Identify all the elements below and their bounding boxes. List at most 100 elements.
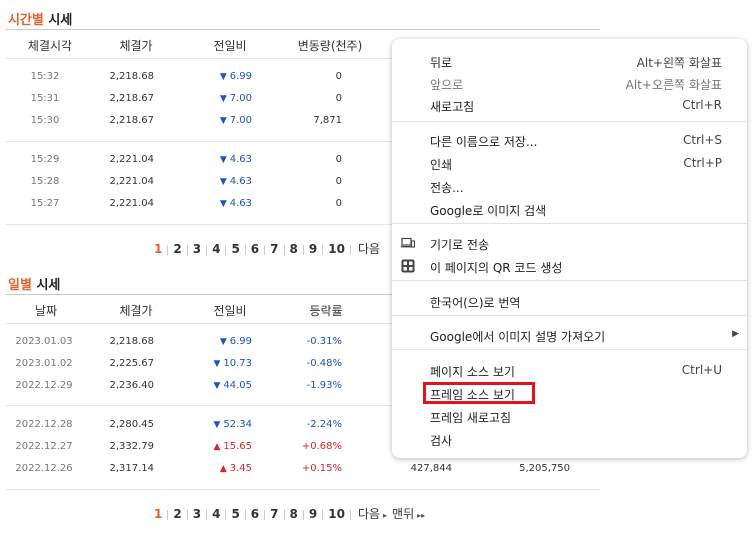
page-link-7[interactable]: 7 (270, 242, 278, 256)
row-price: 2,218.68 (109, 71, 154, 82)
page-link-9[interactable]: 9 (309, 507, 317, 521)
daily-pagination: 1 2 3 4 5 6 7 8 9 10 다음 ▸ 맨뒤 ▸▸ (154, 505, 428, 522)
page-separator (186, 509, 188, 520)
page-separator (264, 509, 266, 520)
menu-item-translate[interactable]: 한국어(으)로 번역 (392, 290, 747, 313)
arrow-down-icon: ▼ (219, 337, 227, 347)
page-link-10[interactable]: 10 (328, 507, 345, 521)
menu-item-save-as[interactable]: 다른 이름으로 저장... Ctrl+S (392, 129, 747, 152)
row-time: 15:27 (30, 198, 60, 209)
row-rate: -1.93% (306, 380, 342, 391)
menu-item-reload-frame[interactable]: 프레임 새로고침 (392, 405, 747, 428)
hourly-section-title: 시간별 시세 (8, 13, 73, 28)
menu-item-view-page-source[interactable]: 페이지 소스 보기 Ctrl+U (392, 359, 747, 382)
row-date: 2022.12.28 (15, 419, 73, 430)
menu-item-label: 뒤로 (430, 56, 453, 70)
row-change: ▼ 7.00 (208, 115, 252, 126)
daily-header-diff: 전일비 (213, 304, 247, 318)
row-time: 15:28 (30, 176, 60, 187)
page-link-5[interactable]: 5 (231, 242, 239, 256)
page-link-8[interactable]: 8 (290, 507, 298, 521)
daily-header-date: 날짜 (34, 304, 58, 318)
hourly-header-diff: 전일비 (213, 39, 247, 53)
row-volume: 0 (335, 154, 342, 165)
row-change: ▲ 15.65 (208, 441, 252, 452)
page-link-9[interactable]: 9 (309, 242, 317, 256)
menu-item-shortcut: Ctrl+U (681, 363, 722, 377)
row-change: ▼ 6.99 (208, 336, 252, 347)
page-link-10[interactable]: 10 (328, 242, 345, 256)
menu-item-inspect[interactable]: 검사 (392, 428, 747, 451)
page-separator (349, 244, 351, 255)
row-price: 2,221.04 (109, 154, 154, 165)
page-link-2[interactable]: 2 (173, 507, 181, 521)
daily-header-rate: 등락률 (309, 304, 343, 318)
menu-item-image-description[interactable]: Google에서 이미지 설명 가져오기 ▶ (392, 324, 747, 347)
next-page-link[interactable]: 다음 (358, 242, 380, 256)
menu-item-qr-code[interactable]: 이 페이지의 QR 코드 생성 (392, 255, 747, 278)
page-separator (244, 244, 246, 255)
arrow-down-icon: ▼ (219, 72, 227, 82)
next-page-link[interactable]: 다음 (358, 507, 380, 521)
menu-item-label: 페이지 소스 보기 (430, 365, 515, 379)
page-link-4[interactable]: 4 (212, 242, 220, 256)
arrow-up-icon: ▲ (213, 442, 221, 452)
row-change: ▲ 3.45 (208, 463, 252, 474)
page-separator (225, 244, 227, 255)
row-change-value: 7.00 (229, 93, 252, 104)
menu-item-label: 한국어(으)로 번역 (430, 296, 521, 310)
page-separator (322, 509, 324, 520)
page-link-4[interactable]: 4 (212, 507, 220, 521)
row-price: 2,218.67 (109, 115, 154, 126)
page-link-6[interactable]: 6 (251, 507, 259, 521)
menu-item-reload[interactable]: 새로고침 Ctrl+R (392, 94, 747, 117)
menu-item-label: 검사 (430, 434, 453, 448)
page-link-6[interactable]: 6 (251, 242, 259, 256)
menu-item-search-image[interactable]: Google로 이미지 검색 (392, 198, 747, 221)
menu-item-print[interactable]: 인쇄 Ctrl+P (392, 152, 747, 175)
row-date: 2023.01.02 (15, 358, 73, 369)
arrow-down-icon: ▼ (219, 155, 227, 165)
menu-item-label: 앞으로 (430, 78, 464, 92)
page-link-1[interactable]: 1 (154, 507, 162, 521)
row-rate: -0.48% (306, 358, 342, 369)
page-separator (206, 244, 208, 255)
menu-item-label: 다른 이름으로 저장... (430, 135, 538, 149)
qr-code-icon (401, 259, 415, 273)
arrow-down-icon: ▼ (219, 199, 227, 209)
menu-item-back[interactable]: 뒤로 Alt+왼쪽 화살표 (392, 50, 747, 73)
submenu-arrow-icon: ▶ (732, 329, 739, 339)
row-time: 15:31 (30, 93, 60, 104)
row-volume: 0 (335, 71, 342, 82)
devices-icon (401, 236, 416, 250)
menu-item-forward[interactable]: 앞으로 Alt+오른쪽 화살표 (392, 72, 747, 95)
row-price: 2,225.67 (109, 358, 154, 369)
last-page-link[interactable]: 맨뒤 (392, 507, 414, 521)
menu-item-shortcut: Ctrl+R (682, 98, 722, 112)
page-link-5[interactable]: 5 (231, 507, 239, 521)
page-separator (264, 244, 266, 255)
page-link-7[interactable]: 7 (270, 507, 278, 521)
row-change-value: 3.45 (229, 463, 252, 474)
row-change: ▼ 10.73 (208, 358, 252, 369)
row-volume: 427,844 (410, 463, 452, 474)
row-change: ▼ 44.05 (208, 380, 252, 391)
menu-item-cast[interactable]: 전송... (392, 175, 747, 198)
page-link-3[interactable]: 3 (193, 242, 201, 256)
row-date: 2022.12.27 (15, 441, 73, 452)
page-link-1[interactable]: 1 (154, 242, 162, 256)
menu-separator (392, 349, 747, 350)
daily-header-price: 체결가 (119, 304, 153, 318)
page-separator (283, 509, 285, 520)
page-link-8[interactable]: 8 (290, 242, 298, 256)
menu-item-shortcut: Ctrl+S (682, 133, 722, 147)
page-link-3[interactable]: 3 (193, 507, 201, 521)
hourly-header-price: 체결가 (119, 39, 153, 53)
next-arrow-icon: ▸ (383, 511, 388, 520)
row-rate: -0.31% (306, 336, 342, 347)
menu-item-send-to-device[interactable]: 기기로 전송 (392, 232, 747, 255)
hourly-pagination: 1 2 3 4 5 6 7 8 9 10 다음 (154, 240, 380, 257)
menu-item-shortcut: Alt+오른쪽 화살표 (625, 78, 722, 92)
page-separator (206, 509, 208, 520)
page-link-2[interactable]: 2 (173, 242, 181, 256)
